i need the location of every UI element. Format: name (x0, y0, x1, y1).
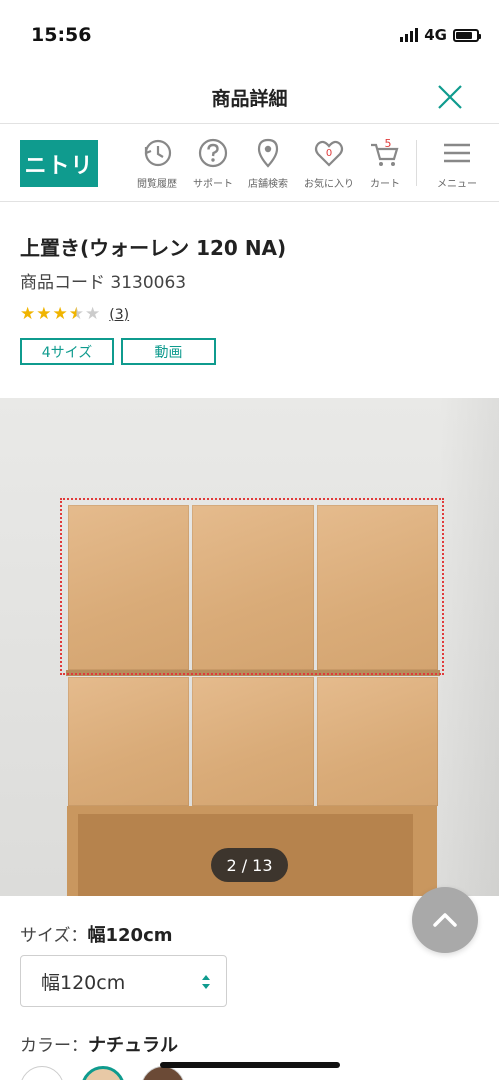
star-icon: ★ (52, 304, 68, 324)
color-option-label: カラー：ナチュラル (20, 1031, 178, 1057)
cart-icon: 5 (371, 137, 399, 166)
size-label-text: サイズ： (20, 926, 88, 946)
nav-label-favorites: お気に入り (304, 179, 354, 190)
signal-icon (400, 28, 419, 42)
nav-favorites[interactable]: 0 お気に入り (299, 137, 359, 190)
color-swatch-natural[interactable] (81, 1066, 125, 1080)
star-icon: ★ (85, 304, 101, 324)
star-icon: ★ (36, 304, 52, 324)
review-count-link[interactable]: (3) (109, 307, 129, 323)
nav-label-cart: カート (370, 179, 400, 190)
title-bar: 商品詳細 (0, 72, 499, 124)
nav-store-search[interactable]: 店舗検索 (238, 137, 298, 190)
history-icon (144, 139, 172, 167)
color-swatch-white[interactable] (20, 1066, 64, 1080)
product-name: 上置き(ウォーレン 120 NA) (20, 236, 287, 260)
product-code: 商品コード 3130063 (20, 273, 187, 293)
product-tags: 4サイズ 動画 (20, 338, 216, 365)
heart-icon: 0 (314, 140, 344, 167)
nav-menu[interactable]: メニュー (427, 137, 487, 190)
wall-shadow (439, 398, 499, 896)
tag-video[interactable]: 動画 (121, 338, 216, 365)
scroll-to-top-button[interactable] (412, 887, 478, 953)
star-icon: ★ (68, 304, 84, 324)
battery-icon (453, 28, 481, 42)
status-time: 15:56 (31, 24, 92, 46)
tag-sizes[interactable]: 4サイズ (20, 338, 114, 365)
header-nav: ニトリ 閲覧履歴 サポート 店舗検索 0 お気に入り 5 カート メニュー (0, 125, 499, 202)
color-label-value: ナチュラル (88, 1035, 178, 1056)
nav-history[interactable]: 閲覧履歴 (127, 137, 187, 190)
nav-label-menu: メニュー (437, 179, 477, 190)
nav-support[interactable]: サポート (183, 137, 243, 190)
page-title: 商品詳細 (211, 88, 288, 110)
star-icon: ★ (20, 304, 36, 324)
close-icon[interactable] (437, 84, 463, 110)
cart-count: 5 (385, 137, 392, 150)
cabinet-door (68, 677, 189, 806)
image-counter: 2 / 13 (211, 848, 288, 882)
favorites-count: 0 (326, 148, 332, 159)
network-type: 4G (424, 26, 447, 44)
product-image[interactable] (0, 398, 499, 896)
select-arrows-icon (202, 975, 210, 989)
help-icon (198, 138, 228, 168)
size-select-value: 幅120cm (41, 971, 126, 994)
cabinet-door (317, 677, 438, 806)
home-indicator (160, 1062, 340, 1068)
highlight-frame (60, 498, 444, 675)
chevron-up-icon (433, 913, 457, 927)
battery-level (456, 31, 472, 39)
product-info: 上置き(ウォーレン 120 NA) 商品コード 3130063 ★ ★ ★ ★ … (20, 232, 480, 365)
rating: ★ ★ ★ ★ ★ (3) (20, 306, 129, 323)
size-label-value: 幅120cm (87, 925, 173, 946)
cabinet-door (192, 677, 314, 806)
size-option-label: サイズ：幅120cm (20, 921, 173, 947)
nav-label-support: サポート (193, 179, 233, 190)
location-pin-icon (257, 138, 279, 168)
nav-cart[interactable]: 5 カート (355, 137, 415, 190)
nav-label-history: 閲覧履歴 (137, 179, 177, 190)
status-bar: 15:56 4G (0, 0, 499, 72)
color-label-text: カラー： (20, 1036, 88, 1056)
nitori-logo[interactable]: ニトリ (20, 140, 98, 187)
hamburger-menu-icon (444, 143, 470, 163)
nav-divider (416, 140, 417, 186)
color-swatch-brown[interactable] (141, 1066, 185, 1080)
status-indicators: 4G (400, 26, 481, 44)
nav-label-store-search: 店舗検索 (248, 179, 288, 190)
size-select[interactable]: 幅120cm (20, 955, 227, 1007)
